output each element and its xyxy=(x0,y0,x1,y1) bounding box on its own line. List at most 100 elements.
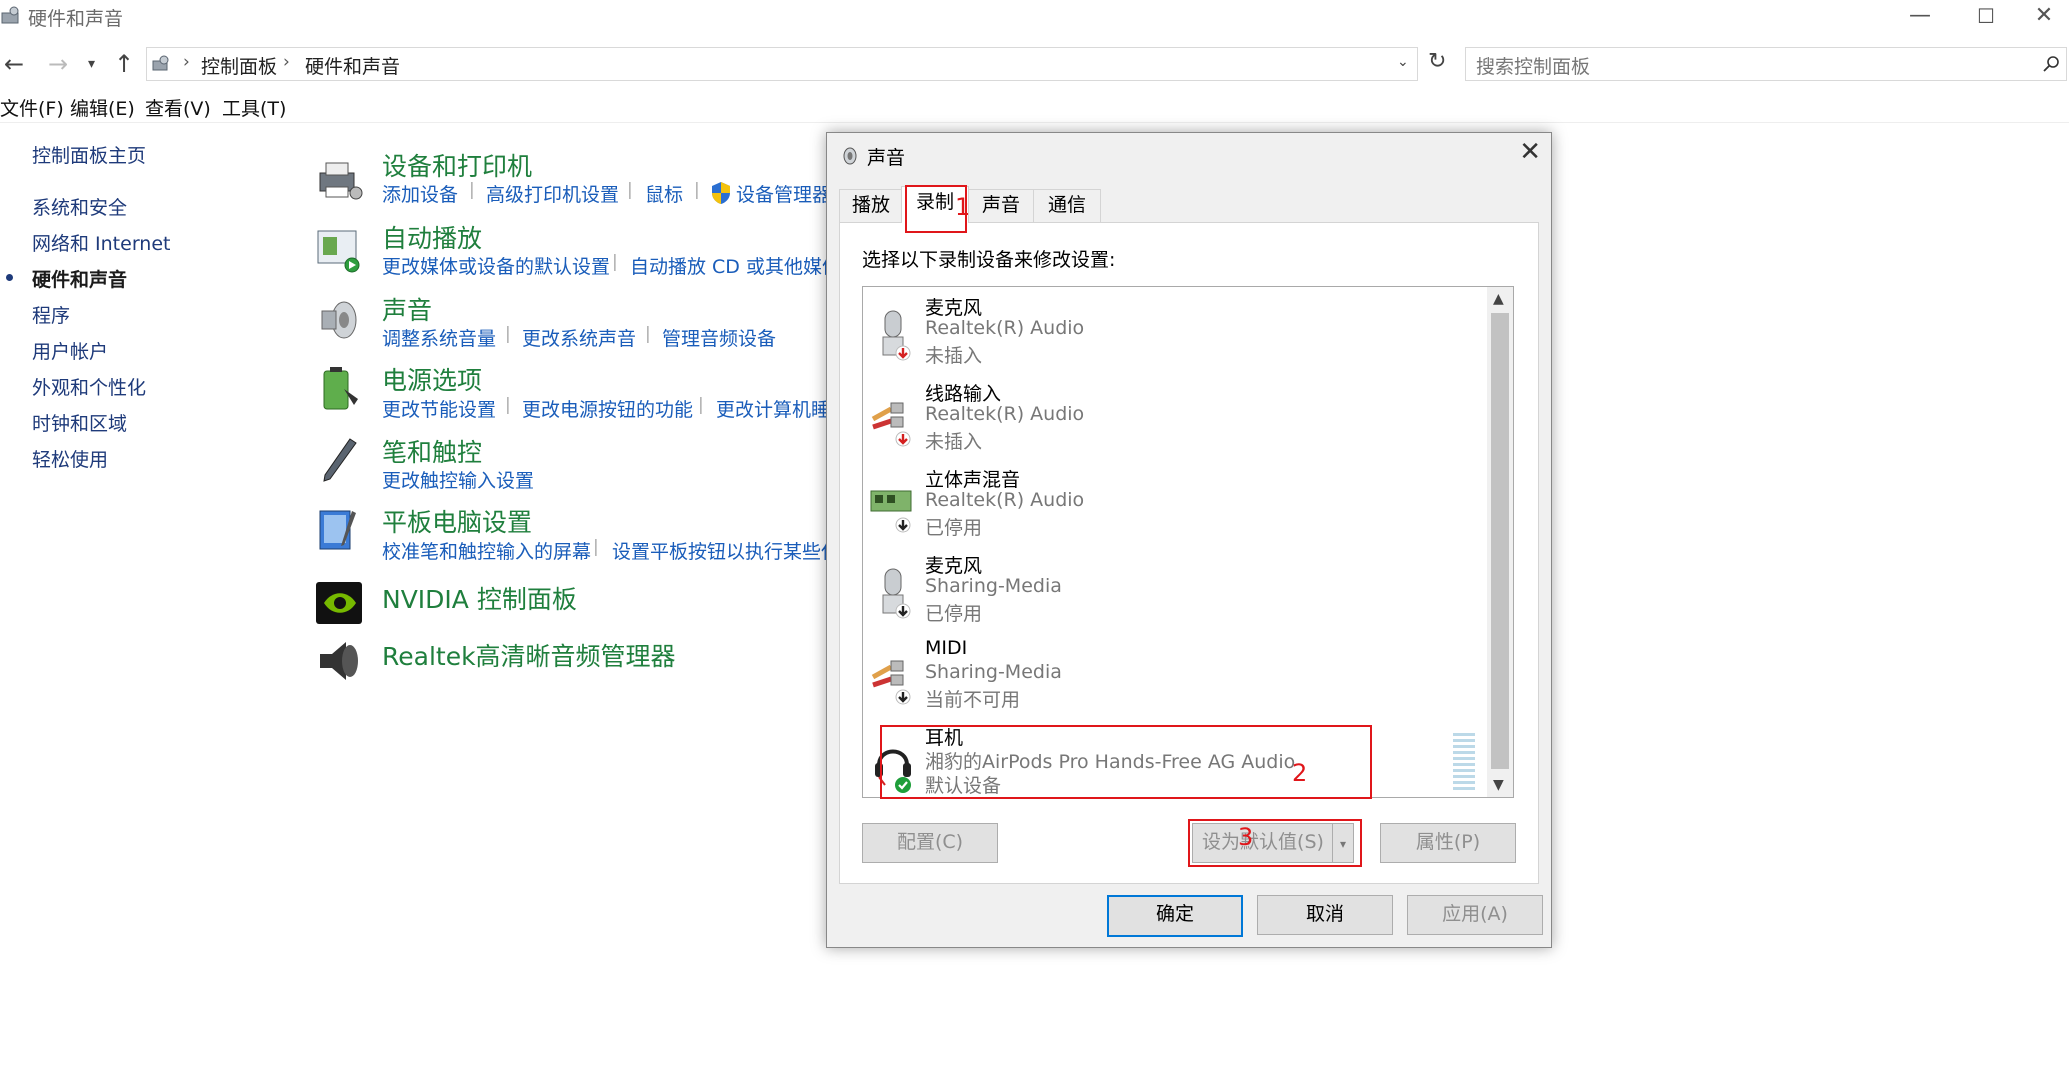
list-item[interactable]: MIDI Sharing-Media 当前不可用 xyxy=(863,631,1483,717)
breadcrumb-separator-icon: › xyxy=(183,52,190,72)
link-power-button-function[interactable]: 更改电源按钮的功能 xyxy=(522,395,693,422)
back-arrow-icon[interactable]: ← xyxy=(4,50,24,78)
link-change-power-settings[interactable]: 更改节能设置 xyxy=(382,395,496,422)
menu-file[interactable]: 文件(F) xyxy=(0,94,64,121)
link-separator: | xyxy=(645,324,651,344)
category-sound-title[interactable]: 声音 xyxy=(382,291,432,327)
scroll-up-arrow-icon[interactable]: ▲ xyxy=(1493,291,1504,307)
device-status: 未插入 xyxy=(925,345,983,367)
link-change-media-defaults[interactable]: 更改媒体或设备的默认设置 xyxy=(382,252,610,279)
nvidia-logo-icon[interactable] xyxy=(314,578,364,628)
menu-view[interactable]: 查看(V) xyxy=(145,94,211,121)
link-change-touch-input[interactable]: 更改触控输入设置 xyxy=(382,466,534,493)
menu-edit[interactable]: 编辑(E) xyxy=(70,94,135,121)
search-placeholder: 搜索控制面板 xyxy=(1476,56,1591,78)
active-bullet-icon xyxy=(6,274,13,281)
list-item[interactable]: 线路输入 Realtek(R) Audio 未插入 xyxy=(863,373,1483,459)
annotation-box-set-default xyxy=(1188,819,1362,867)
sidebar-item-programs[interactable]: 程序 xyxy=(32,301,70,328)
menu-tools[interactable]: 工具(T) xyxy=(222,94,286,121)
properties-button[interactable]: 属性(P) xyxy=(1380,823,1516,863)
address-bar[interactable]: › 控制面板 › 硬件和声音 ⌄ xyxy=(146,47,1418,81)
search-icon[interactable] xyxy=(2042,55,2060,73)
link-add-device[interactable]: 添加设备 xyxy=(382,180,458,207)
sidebar-item-appearance[interactable]: 外观和个性化 xyxy=(32,373,146,400)
sidebar-home[interactable]: 控制面板主页 xyxy=(32,141,146,168)
breadcrumb-control-panel[interactable]: 控制面板 xyxy=(201,52,277,79)
speaker-icon[interactable] xyxy=(314,295,364,345)
forward-arrow-icon[interactable]: → xyxy=(48,50,68,78)
device-driver: Realtek(R) Audio xyxy=(925,317,1085,339)
device-status: 当前不可用 xyxy=(925,689,1021,711)
link-autoplay-cd[interactable]: 自动播放 CD 或其他媒体 xyxy=(630,252,841,279)
tablet-pc-icon[interactable] xyxy=(314,505,364,555)
close-window-button[interactable]: ✕ xyxy=(2014,0,2069,34)
link-separator: | xyxy=(505,395,511,415)
link-separator: | xyxy=(694,180,700,200)
recording-device-list[interactable]: 麦克风 Realtek(R) Audio 未插入 线路输入 Realtek(R)… xyxy=(862,286,1514,798)
sidebar-item-system-security[interactable]: 系统和安全 xyxy=(32,193,127,220)
apply-button[interactable]: 应用(A) xyxy=(1407,895,1543,935)
category-devices-printers-title[interactable]: 设备和打印机 xyxy=(382,147,532,183)
annotation-number-3: 3 xyxy=(1238,823,1254,851)
link-calibrate-screen[interactable]: 校准笔和触控输入的屏幕 xyxy=(382,537,591,564)
sidebar-item-network[interactable]: 网络和 Internet xyxy=(32,229,170,256)
sidebar-item-clock-region[interactable]: 时钟和区域 xyxy=(32,409,127,436)
refresh-icon[interactable]: ↻ xyxy=(1428,49,1446,74)
device-name: 麦克风 xyxy=(925,555,983,577)
list-item[interactable]: 麦克风 Realtek(R) Audio 未插入 xyxy=(863,287,1483,373)
scroll-down-arrow-icon[interactable]: ▼ xyxy=(1493,777,1504,793)
scroll-thumb[interactable] xyxy=(1491,313,1509,769)
cancel-button[interactable]: 取消 xyxy=(1257,895,1393,935)
battery-power-icon[interactable] xyxy=(314,365,364,415)
up-arrow-icon[interactable]: ↑ xyxy=(114,50,134,78)
tab-sounds[interactable]: 声音 xyxy=(967,189,1035,222)
link-device-manager[interactable]: 设备管理器 xyxy=(736,180,831,207)
device-driver: Realtek(R) Audio xyxy=(925,489,1085,511)
device-name: 线路输入 xyxy=(925,383,1002,405)
device-status: 已停用 xyxy=(925,603,983,625)
category-power-title[interactable]: 电源选项 xyxy=(382,361,482,397)
maximize-button[interactable]: ☐ xyxy=(1956,0,2016,34)
device-driver: Sharing-Media xyxy=(925,661,1062,683)
search-box[interactable]: 搜索控制面板 xyxy=(1465,47,2067,81)
sidebar-item-ease-of-access[interactable]: 轻松使用 xyxy=(32,445,108,472)
recent-pages-chevron-icon[interactable]: ▾ xyxy=(88,56,95,72)
ok-button[interactable]: 确定 xyxy=(1107,895,1243,937)
tab-communications[interactable]: 通信 xyxy=(1033,189,1101,222)
link-manage-audio-devices[interactable]: 管理音频设备 xyxy=(662,324,776,351)
link-separator: | xyxy=(698,395,704,415)
link-separator: | xyxy=(612,252,618,272)
sound-dialog-close-button[interactable]: ✕ xyxy=(1519,137,1541,167)
breadcrumb-hardware-sound[interactable]: 硬件和声音 xyxy=(305,52,400,79)
category-tablet-title[interactable]: 平板电脑设置 xyxy=(382,503,532,539)
category-autoplay-title[interactable]: 自动播放 xyxy=(382,219,482,255)
sound-card-icon xyxy=(870,490,912,533)
list-item[interactable]: 麦克风 Sharing-Media 已停用 xyxy=(863,545,1483,631)
link-advanced-printer-settings[interactable]: 高级打印机设置 xyxy=(486,180,619,207)
link-change-system-sounds[interactable]: 更改系统声音 xyxy=(522,324,636,351)
uac-shield-icon xyxy=(712,182,730,204)
printer-icon[interactable] xyxy=(314,155,364,205)
link-tablet-buttons[interactable]: 设置平板按钮以执行某些任 xyxy=(612,537,840,564)
title-bar: 硬件和声音 — ☐ ✕ xyxy=(0,0,2069,34)
link-mouse[interactable]: 鼠标 xyxy=(645,180,683,207)
link-separator: | xyxy=(627,180,633,200)
minimize-button[interactable]: — xyxy=(1890,0,1950,34)
link-adjust-volume[interactable]: 调整系统音量 xyxy=(382,324,496,351)
device-status: 未插入 xyxy=(925,431,983,453)
recording-instruction: 选择以下录制设备来修改设置: xyxy=(862,249,1116,271)
sidebar-item-user-accounts[interactable]: 用户帐户 xyxy=(32,337,108,364)
tab-playback[interactable]: 播放 xyxy=(839,189,903,222)
pen-icon[interactable] xyxy=(314,435,364,485)
address-dropdown-chevron-icon[interactable]: ⌄ xyxy=(1397,54,1409,70)
autoplay-icon[interactable] xyxy=(314,225,364,275)
category-pen-touch-title[interactable]: 笔和触控 xyxy=(382,433,482,469)
link-separator: | xyxy=(593,537,599,557)
category-nvidia-title[interactable]: NVIDIA 控制面板 xyxy=(382,580,577,616)
list-item[interactable]: 立体声混音 Realtek(R) Audio 已停用 xyxy=(863,459,1483,545)
realtek-speaker-icon[interactable] xyxy=(314,636,364,686)
configure-button[interactable]: 配置(C) xyxy=(862,823,998,863)
device-list-scrollbar[interactable]: ▲ ▼ xyxy=(1487,287,1513,797)
category-realtek-title[interactable]: Realtek高清晰音频管理器 xyxy=(382,637,676,673)
